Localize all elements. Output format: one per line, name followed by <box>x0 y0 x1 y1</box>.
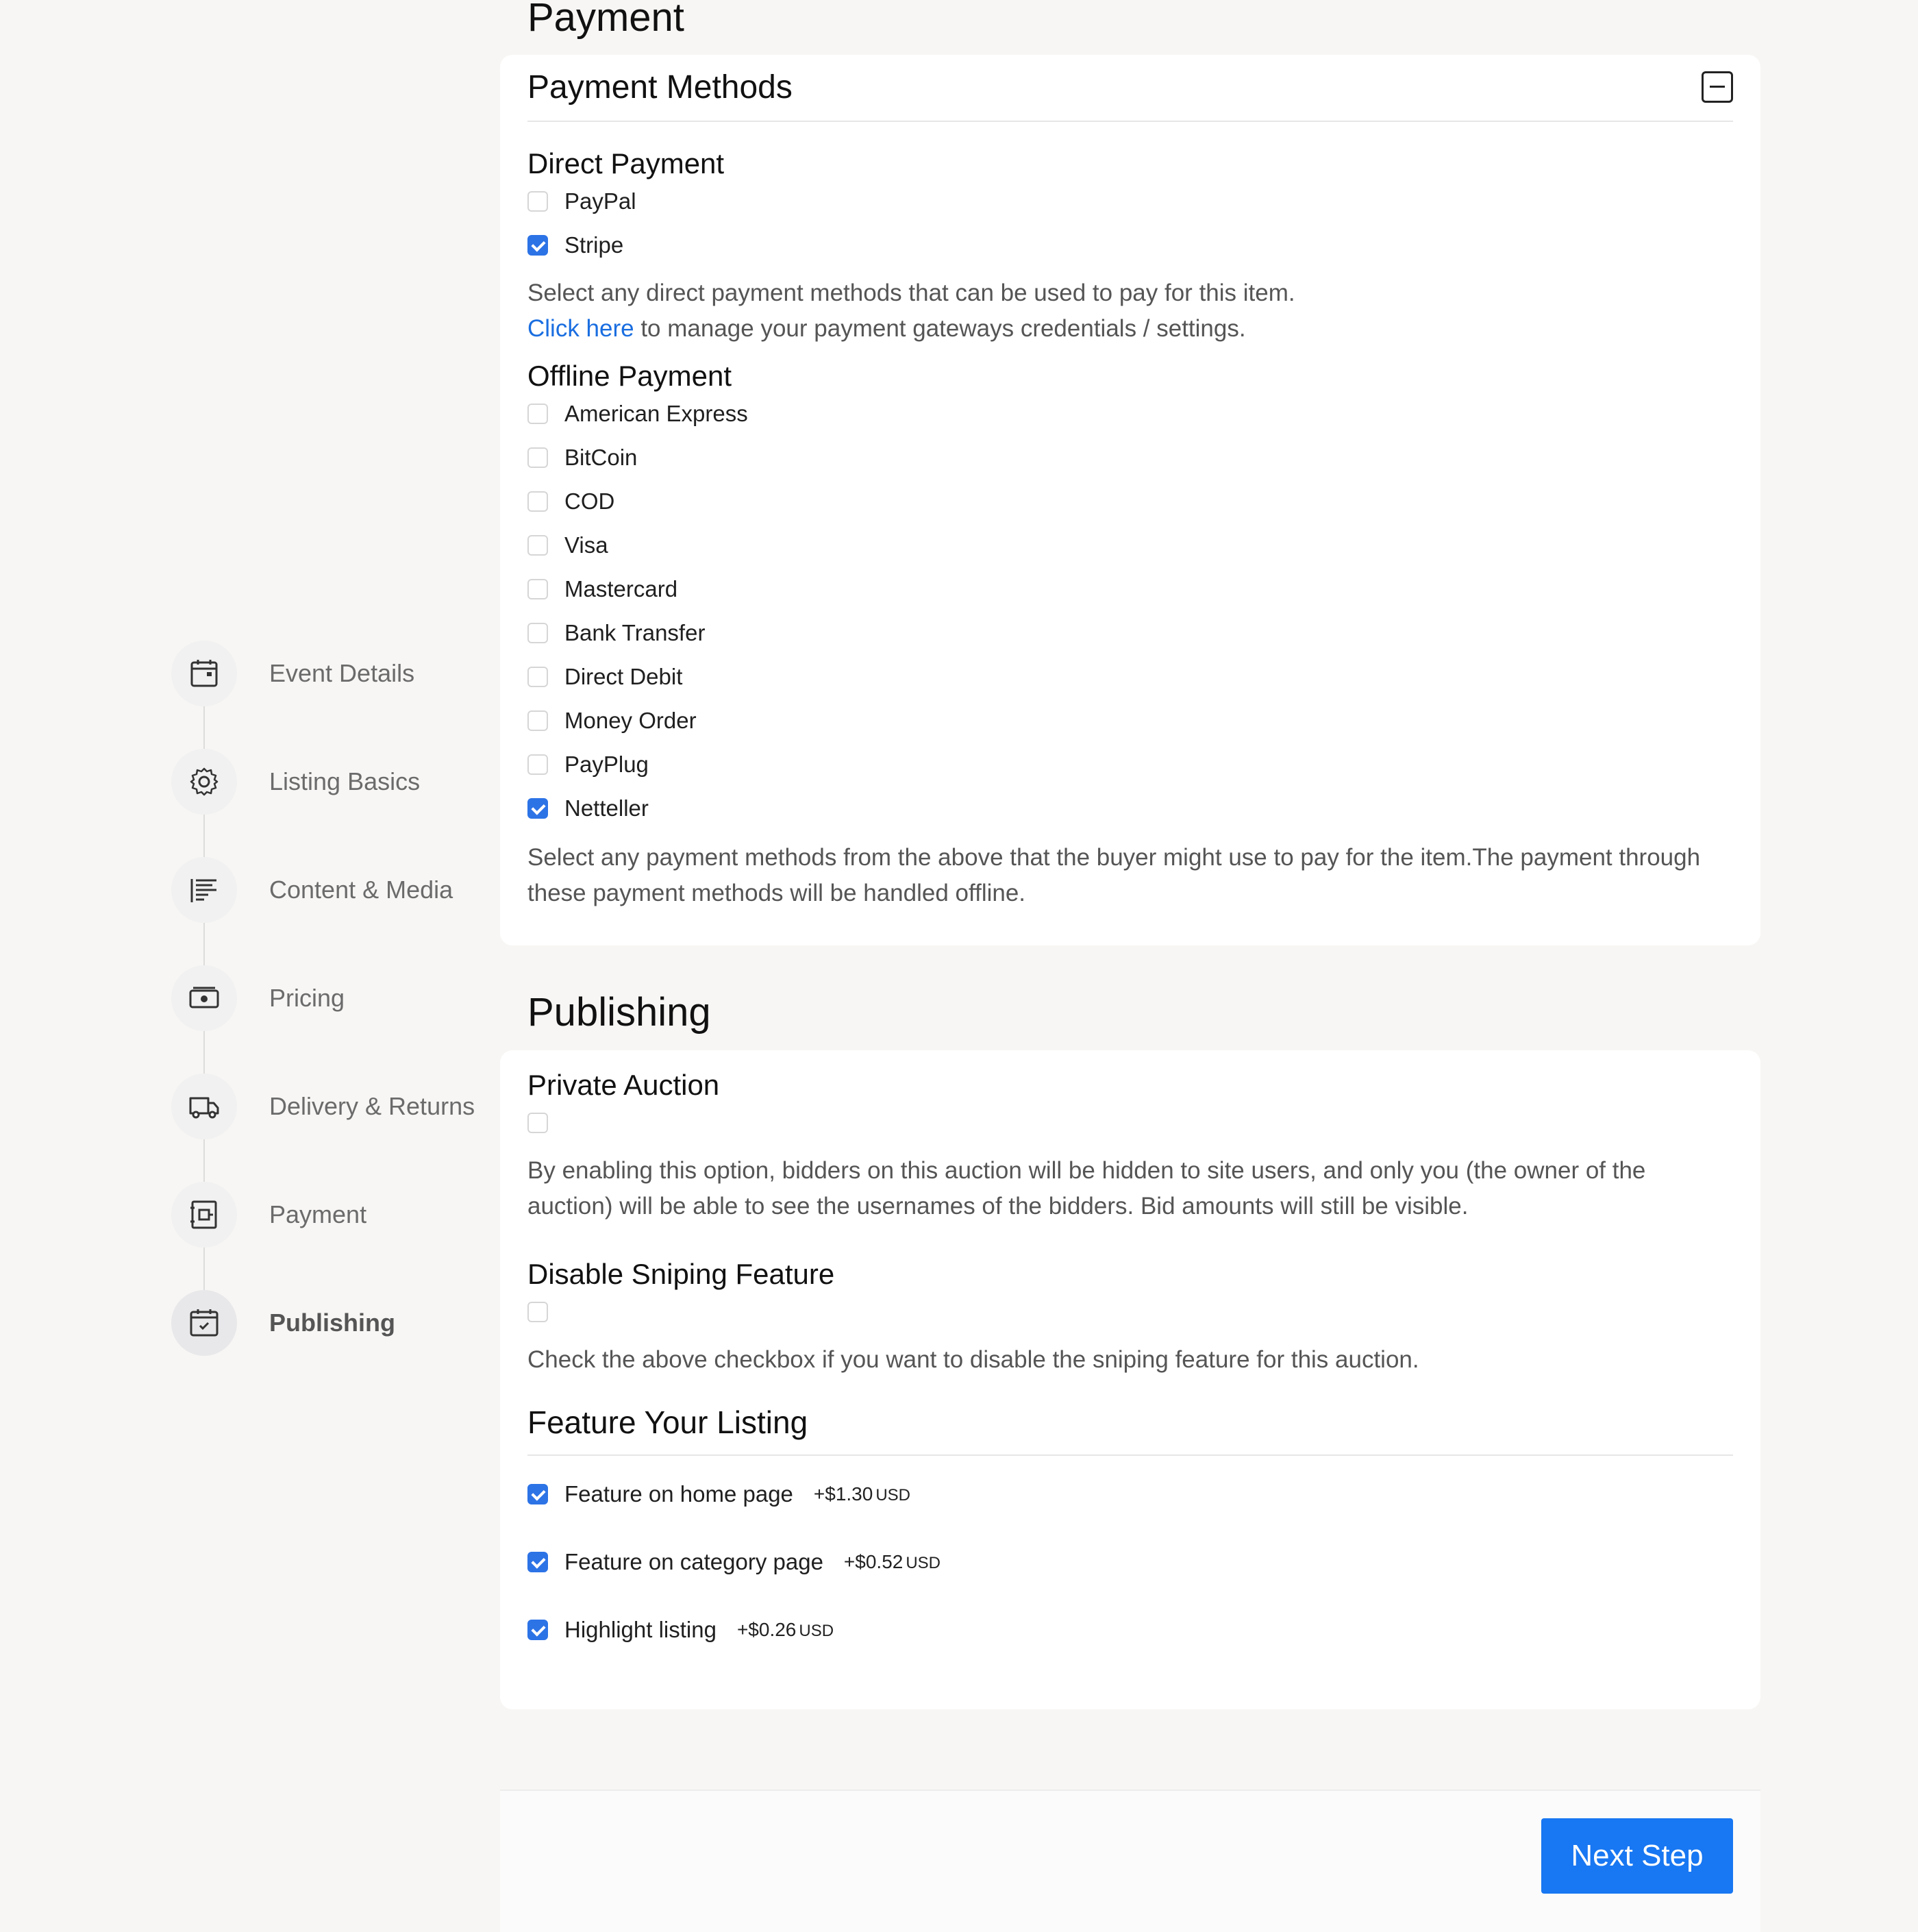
private-auction-help: By enabling this option, bidders on this… <box>527 1157 1646 1219</box>
offline-payment-help: Select any payment methods from the abov… <box>527 844 1701 906</box>
step-content-media[interactable]: Content & Media <box>171 857 486 923</box>
step-connector <box>203 1139 205 1183</box>
step-pricing[interactable]: Pricing <box>171 965 486 1031</box>
step-label: Delivery & Returns <box>269 1092 475 1120</box>
publishing-section-title: Publishing <box>527 990 711 1035</box>
option-visa[interactable]: Visa <box>527 532 608 559</box>
step-label: Event Details <box>269 659 415 687</box>
checkbox-checked[interactable] <box>527 1552 548 1572</box>
private-auction-heading: Private Auction <box>527 1069 720 1101</box>
payment-methods-card: Payment Methods Direct Payment PayPal St… <box>500 55 1760 945</box>
next-step-button[interactable]: Next Step <box>1541 1818 1733 1894</box>
option-paypal[interactable]: PayPal <box>527 188 636 215</box>
step-publishing[interactable]: Publishing <box>171 1290 486 1356</box>
price-tag: +$0.26 USD <box>736 1619 834 1640</box>
step-delivery-returns[interactable]: Delivery & Returns <box>171 1074 486 1139</box>
step-payment[interactable]: Payment <box>171 1182 486 1248</box>
checkbox-checked[interactable] <box>527 1484 548 1504</box>
checkbox[interactable] <box>527 623 548 643</box>
checkbox[interactable] <box>527 667 548 687</box>
direct-payment-heading: Direct Payment <box>527 147 725 179</box>
price-tag: +$1.30 USD <box>813 1483 910 1504</box>
checkbox[interactable] <box>527 535 548 556</box>
step-connector <box>203 815 205 858</box>
safe-icon <box>190 1200 217 1229</box>
publishing-card: Private Auction By enabling this option,… <box>500 1050 1760 1709</box>
disable-sniping-toggle[interactable] <box>527 1298 548 1326</box>
step-listing-basics[interactable]: Listing Basics <box>171 749 486 815</box>
gear-icon <box>190 767 219 796</box>
checkbox[interactable] <box>527 710 548 731</box>
manage-gateways-link[interactable]: Click here <box>527 315 634 342</box>
calendar-icon <box>190 660 218 687</box>
checkbox-checked[interactable] <box>527 798 548 819</box>
checkbox[interactable] <box>527 191 548 212</box>
option-bitcoin[interactable]: BitCoin <box>527 444 637 471</box>
option-direct-debit[interactable]: Direct Debit <box>527 663 682 691</box>
checkbox[interactable] <box>527 447 548 468</box>
offline-payment-heading: Offline Payment <box>527 360 732 392</box>
card-header: Payment Methods <box>527 55 1733 122</box>
step-label: Content & Media <box>269 876 453 904</box>
feature-listing-heading: Feature Your Listing <box>527 1404 808 1440</box>
form-footer: Next Step <box>500 1789 1760 1932</box>
option-money-order[interactable]: Money Order <box>527 707 697 734</box>
content-icon <box>190 879 216 902</box>
step-label: Pricing <box>269 984 345 1012</box>
disable-sniping-help: Check the above checkbox if you want to … <box>527 1346 1419 1373</box>
option-highlight-listing[interactable]: Highlight listing +$0.26 USD <box>527 1616 834 1644</box>
option-netteller[interactable]: Netteller <box>527 795 649 822</box>
option-american-express[interactable]: American Express <box>527 400 748 428</box>
checkbox[interactable] <box>527 491 548 512</box>
step-label: Payment <box>269 1200 367 1228</box>
option-stripe[interactable]: Stripe <box>527 232 623 259</box>
calendar-check-icon <box>190 1309 219 1337</box>
checkbox-checked[interactable] <box>527 235 548 256</box>
collapse-icon[interactable] <box>1702 71 1733 103</box>
step-label: Publishing <box>269 1309 395 1337</box>
divider <box>527 1454 1733 1456</box>
option-mastercard[interactable]: Mastercard <box>527 575 677 603</box>
option-payplug[interactable]: PayPlug <box>527 751 649 778</box>
checkbox[interactable] <box>527 1113 548 1133</box>
checkbox[interactable] <box>527 404 548 424</box>
private-auction-toggle[interactable] <box>527 1109 548 1137</box>
direct-payment-help: Select any direct payment methods that c… <box>527 280 1295 342</box>
step-connector <box>203 706 205 750</box>
step-connector <box>203 923 205 967</box>
money-icon <box>189 987 219 1008</box>
step-connector <box>203 1248 205 1291</box>
option-cod[interactable]: COD <box>527 488 614 515</box>
checkbox[interactable] <box>527 579 548 599</box>
checkbox[interactable] <box>527 1302 548 1322</box>
step-label: Listing Basics <box>269 767 421 795</box>
step-event-details[interactable]: Event Details <box>171 641 486 706</box>
checkbox[interactable] <box>527 754 548 775</box>
disable-sniping-heading: Disable Sniping Feature <box>527 1258 835 1290</box>
payment-section-title: Payment <box>527 0 684 40</box>
option-feature-category[interactable]: Feature on category page +$0.52 USD <box>527 1548 941 1576</box>
card-title: Payment Methods <box>527 69 793 106</box>
checkbox-checked[interactable] <box>527 1620 548 1640</box>
option-bank-transfer[interactable]: Bank Transfer <box>527 619 705 647</box>
price-tag: +$0.52 USD <box>843 1551 941 1572</box>
truck-icon <box>189 1097 219 1119</box>
option-feature-home[interactable]: Feature on home page +$1.30 USD <box>527 1481 910 1508</box>
step-connector <box>203 1031 205 1075</box>
